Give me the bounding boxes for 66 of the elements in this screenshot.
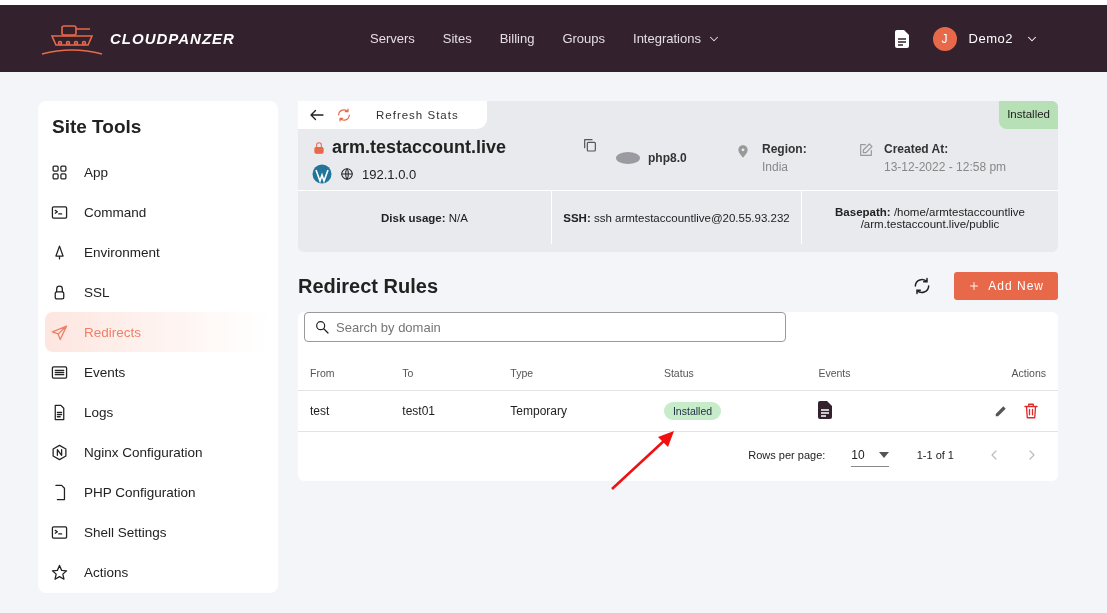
disk-usage: Disk usage: N/A bbox=[381, 211, 468, 224]
trash-icon bbox=[1022, 401, 1040, 420]
rows-per-page-label: Rows per page: bbox=[748, 449, 826, 461]
sidebar-item[interactable]: Shell Settings bbox=[45, 512, 271, 552]
terminal-icon bbox=[51, 523, 68, 541]
table-cell: test01 bbox=[390, 390, 499, 432]
sidebar-item[interactable]: Actions bbox=[45, 552, 271, 592]
lock-icon bbox=[312, 139, 326, 156]
column-header: Status bbox=[651, 356, 807, 391]
pencil-icon[interactable] bbox=[994, 403, 1008, 418]
grid-icon bbox=[51, 163, 68, 181]
wordpress-logo-icon bbox=[312, 164, 332, 184]
ssh-command: SSH: ssh armtestaccountlive@20.55.93.232 bbox=[563, 211, 790, 224]
logo-text: CLOUDPANZER bbox=[110, 30, 235, 47]
column-header: Events bbox=[806, 356, 914, 391]
section-title: Redirect Rules bbox=[298, 274, 439, 298]
star-icon bbox=[51, 563, 68, 581]
list-icon bbox=[51, 363, 68, 381]
send-icon bbox=[51, 323, 68, 341]
location-pin-icon bbox=[736, 142, 750, 160]
php-version: php8.0 bbox=[648, 151, 687, 165]
plus-icon bbox=[968, 280, 981, 292]
rows-per-page-select[interactable]: 10 bbox=[851, 443, 889, 467]
caret-icon bbox=[878, 451, 889, 458]
page-range: 1-1 of 1 bbox=[916, 449, 954, 461]
ip-address: 192.1.0.0 bbox=[362, 166, 417, 182]
column-header: Type bbox=[498, 356, 652, 391]
nav-link[interactable]: Servers bbox=[370, 31, 415, 46]
domain-name: arm.testaccount.live bbox=[332, 137, 507, 158]
sidebar-item[interactable]: App bbox=[45, 152, 271, 192]
document-icon[interactable] bbox=[894, 29, 909, 48]
column-header: Actions bbox=[913, 356, 1058, 391]
table-cell: test bbox=[298, 390, 391, 432]
sidebar-item[interactable]: SSL bbox=[45, 272, 271, 312]
region-value: India bbox=[762, 160, 790, 174]
nav-link[interactable]: Groups bbox=[562, 31, 606, 46]
nav-link[interactable]: Sites bbox=[442, 31, 472, 46]
edit-icon bbox=[858, 142, 874, 158]
search-field[interactable]: Search by domain bbox=[304, 312, 786, 342]
column-header: From bbox=[298, 356, 391, 391]
nginx-icon bbox=[51, 443, 68, 461]
created-value: 13-12-2022 - 12:58 pm bbox=[884, 160, 1007, 174]
sidebar-item[interactable]: Logs bbox=[45, 392, 271, 432]
document-icon[interactable] bbox=[818, 400, 833, 419]
sidebar-item[interactable]: Events bbox=[45, 352, 271, 392]
region-label: Region: bbox=[762, 142, 807, 156]
status-badge: Installed bbox=[999, 101, 1058, 129]
nav-link[interactable]: Billing bbox=[499, 31, 535, 46]
nav-link[interactable]: Integrations bbox=[633, 31, 721, 46]
column-header: To bbox=[390, 356, 499, 391]
sidebar-item[interactable]: Command bbox=[45, 192, 271, 232]
refresh-icon bbox=[336, 107, 352, 123]
user-name[interactable]: Demo2 bbox=[968, 31, 1013, 46]
globe-icon bbox=[340, 167, 354, 181]
sidebar-item[interactable]: Nginx Configuration bbox=[45, 432, 271, 472]
sidebar-title: Site Tools bbox=[52, 116, 143, 138]
basepath: Basepath: /home/armtestaccountlive /arm.testaccount.live/public bbox=[835, 205, 1025, 230]
table-cell: Temporary bbox=[498, 390, 652, 432]
created-label: Created At: bbox=[884, 142, 950, 156]
terminal-icon bbox=[51, 203, 68, 221]
copy-icon bbox=[582, 137, 598, 153]
sidebar-item[interactable]: Environment bbox=[45, 232, 271, 272]
sidebar-item[interactable]: PHP Configuration bbox=[45, 472, 271, 512]
status-badge: Installed bbox=[663, 402, 722, 420]
refresh-stats-button[interactable]: Refresh Stats bbox=[370, 108, 465, 122]
tank-logo-icon bbox=[40, 22, 104, 55]
